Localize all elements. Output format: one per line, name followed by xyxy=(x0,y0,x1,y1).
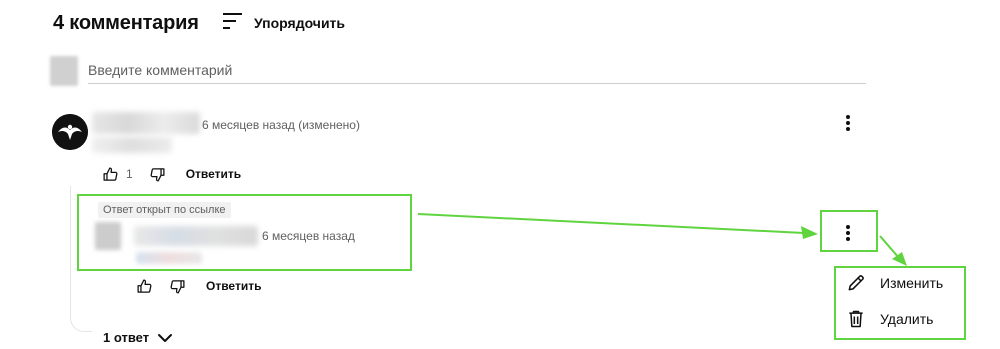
replies-toggle[interactable]: 1 ответ xyxy=(103,330,173,345)
arrow-head-2 xyxy=(892,252,907,266)
comment-text-blurred xyxy=(92,137,172,153)
replies-count-label: 1 ответ xyxy=(103,330,150,345)
comment-input-wrapper[interactable] xyxy=(88,62,866,84)
like-count: 1 xyxy=(126,167,133,181)
thumb-down-icon xyxy=(150,167,165,182)
reply-button[interactable]: Ответить xyxy=(186,167,241,181)
trash-icon xyxy=(849,310,863,328)
reply-author-name-blurred xyxy=(134,226,258,246)
more-vertical-icon xyxy=(846,115,850,131)
bird-logo-icon xyxy=(52,114,88,150)
menu-delete-label: Удалить xyxy=(880,311,934,327)
reply-more-button[interactable] xyxy=(836,221,860,245)
arrow-head-1 xyxy=(801,226,818,239)
thumb-up-icon xyxy=(103,166,118,181)
sort-icon xyxy=(222,11,244,36)
reply-reply-button[interactable]: Ответить xyxy=(206,279,261,293)
reply-actions: Ответить xyxy=(136,276,261,296)
reply-text-blurred xyxy=(136,252,202,264)
comment-more-button[interactable] xyxy=(836,111,860,135)
menu-edit-label: Изменить xyxy=(880,275,944,291)
linked-reply-badge: Ответ открыт по ссылке xyxy=(98,202,231,218)
comment-input[interactable] xyxy=(88,62,866,78)
thumb-up-icon xyxy=(137,278,152,293)
comments-count-title: 4 комментария xyxy=(53,12,199,34)
chevron-down-icon xyxy=(158,333,173,342)
comment-author-avatar[interactable] xyxy=(52,114,88,150)
comment-actions: 1 Ответить xyxy=(102,164,241,184)
current-user-avatar xyxy=(50,56,78,86)
comment-timestamp: 6 месяцев назад (изменено) xyxy=(202,118,360,132)
reply-like-button[interactable] xyxy=(136,278,153,295)
dislike-button[interactable] xyxy=(149,166,166,183)
arrow-to-more-button xyxy=(417,213,805,234)
arrow-to-menu xyxy=(879,235,900,259)
menu-delete-item[interactable]: Удалить xyxy=(846,308,933,330)
more-vertical-icon xyxy=(846,225,850,241)
comment-author-name-blurred xyxy=(92,112,200,134)
menu-edit-item[interactable]: Изменить xyxy=(846,273,943,293)
reply-dislike-button[interactable] xyxy=(169,278,186,295)
like-button[interactable] xyxy=(102,166,119,183)
reply-author-avatar[interactable] xyxy=(95,222,121,250)
sort-label: Упорядочить xyxy=(254,15,346,31)
reply-timestamp: 6 месяцев назад xyxy=(262,229,355,243)
sort-button[interactable]: Упорядочить xyxy=(222,11,345,35)
thumb-down-icon xyxy=(170,279,185,294)
pencil-icon xyxy=(848,275,864,291)
